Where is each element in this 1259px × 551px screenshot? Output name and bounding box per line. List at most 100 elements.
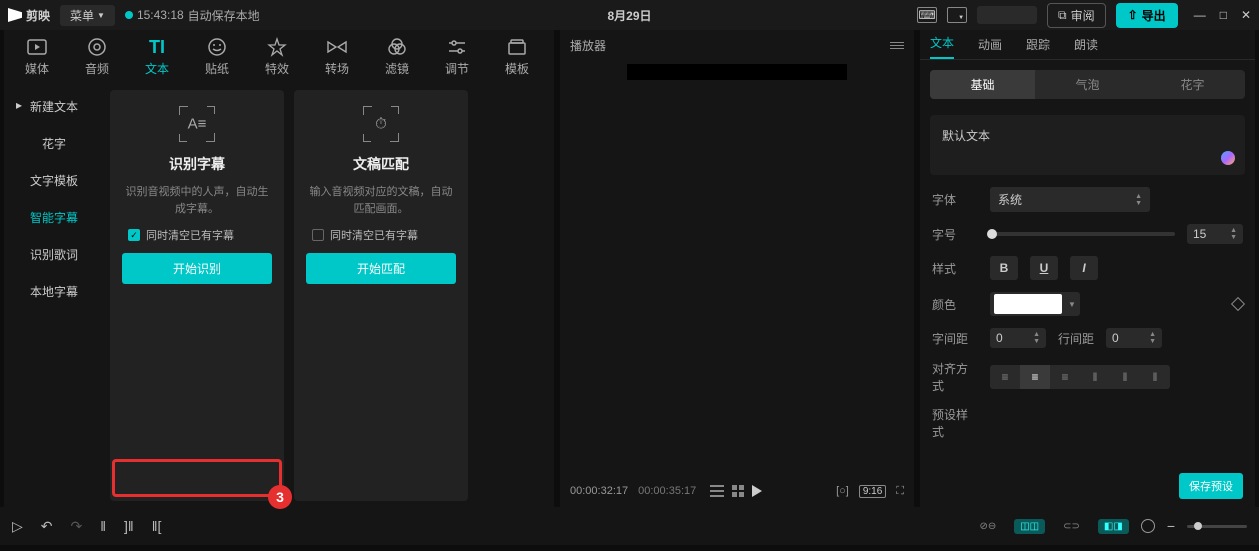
grid-icon[interactable] [732, 485, 744, 497]
tab-tracking[interactable]: 跟踪 [1026, 36, 1050, 59]
bold-button[interactable]: B [990, 256, 1018, 280]
preset-label: 预设样式 [932, 406, 978, 440]
align-center-button[interactable]: ≡ [1020, 365, 1050, 389]
font-select[interactable]: 系统 ▲▼ [990, 187, 1150, 212]
nav-new-text[interactable]: 新建文本 [10, 90, 98, 123]
left-body: 新建文本 花字 文字模板 智能字幕 识别歌词 本地字幕 A≡ 识别字幕 识别音视… [4, 84, 554, 507]
properties-tabs: 文本 动画 跟踪 朗读 [920, 30, 1255, 60]
save-status: 15:43:18 自动保存本地 [125, 7, 260, 24]
tab-read[interactable]: 朗读 [1074, 36, 1098, 59]
snap-icon[interactable]: ◫◫ [1014, 519, 1045, 534]
align-left-button[interactable]: ≡ [990, 365, 1020, 389]
zoom-slider[interactable] [1187, 525, 1247, 528]
app-name: 剪映 [26, 7, 50, 24]
trim-right-icon[interactable]: ‖[ [152, 518, 162, 534]
tab-text-prop[interactable]: 文本 [930, 34, 954, 59]
char-spacing-input[interactable]: 0 ▲▼ [990, 328, 1046, 348]
minimize-button[interactable]: — [1194, 8, 1206, 22]
align-right-button[interactable]: ≡ [1050, 365, 1080, 389]
aspect-ratio[interactable]: 9:16 [859, 485, 886, 498]
tab-filter[interactable]: 滤镜 [370, 37, 424, 77]
list-icon[interactable] [710, 485, 724, 497]
export-icon: ⇧ [1128, 8, 1138, 22]
color-select[interactable]: ▼ [990, 292, 1080, 316]
step-badge: 3 [268, 485, 292, 509]
sub-tab-basic[interactable]: 基础 [930, 70, 1035, 99]
keyboard-icon[interactable]: ⌨ [917, 7, 937, 23]
save-preset-button[interactable]: 保存预设 [1179, 473, 1243, 499]
crop-icon[interactable]: [○] [836, 485, 849, 497]
review-icon: ⧉ [1058, 8, 1067, 23]
redo-icon[interactable]: ↷ [71, 518, 83, 535]
recognize-subtitle-icon: A≡ [177, 104, 217, 144]
empty-slot [977, 6, 1037, 24]
trim-left-icon[interactable]: ]‖ [124, 518, 134, 534]
tab-effect[interactable]: 特效 [250, 37, 304, 77]
video-frame [627, 64, 847, 80]
clear-subtitle-checkbox-2[interactable]: 同时清空已有字幕 [312, 227, 418, 243]
template-icon [506, 37, 528, 57]
total-time: 00:00:35:17 [638, 485, 696, 497]
font-row: 字体 系统 ▲▼ [920, 181, 1255, 218]
size-input[interactable]: 15 ▲▼ [1187, 224, 1243, 244]
underline-button[interactable]: U [1030, 256, 1058, 280]
start-recognize-button[interactable]: 开始识别 [122, 253, 272, 284]
font-label: 字体 [932, 191, 978, 208]
color-picker-icon[interactable] [1221, 151, 1235, 165]
sub-tab-fancy[interactable]: 花字 [1140, 70, 1245, 99]
tab-transition[interactable]: 转场 [310, 37, 364, 77]
tab-sticker[interactable]: 贴纸 [190, 37, 244, 77]
tab-animation[interactable]: 动画 [978, 36, 1002, 59]
menu-button[interactable]: 菜单 ▼ [60, 5, 115, 26]
tab-media[interactable]: 媒体 [10, 37, 64, 77]
sub-tab-bubble[interactable]: 气泡 [1035, 70, 1140, 99]
subtitle-cards: A≡ 识别字幕 识别音视频中的人声，自动生成字幕。 同时清空已有字幕 开始识别 … [104, 84, 554, 507]
tab-template[interactable]: 模板 [490, 37, 544, 77]
keyframe-icon[interactable] [1231, 297, 1245, 311]
italic-button[interactable]: I [1070, 256, 1098, 280]
nav-recognize-lyrics[interactable]: 识别歌词 [10, 238, 98, 271]
effect-icon [266, 37, 288, 57]
clear-subtitle-checkbox[interactable]: 同时清空已有字幕 [128, 227, 234, 243]
play-button[interactable] [752, 485, 762, 497]
preview-icon[interactable]: ◧◨ [1098, 519, 1129, 534]
line-spacing-input[interactable]: 0 ▲▼ [1106, 328, 1162, 348]
split-icon[interactable]: ‖ [100, 518, 106, 534]
align-v1-button[interactable]: ‖ [1080, 365, 1110, 389]
sticker-icon [206, 37, 228, 57]
tool-tabs: 媒体 音频 TI 文本 贴纸 特效 转场 [4, 30, 554, 84]
color-row: 颜色 ▼ [920, 286, 1255, 322]
nav-fancy-text[interactable]: 花字 [10, 127, 98, 160]
export-button[interactable]: ⇧ 导出 [1116, 3, 1178, 28]
align-v2-button[interactable]: ‖ [1110, 365, 1140, 389]
link-icon[interactable]: ⊂⊃ [1057, 519, 1086, 534]
fullscreen-icon[interactable]: ⛶ [896, 485, 904, 498]
tab-audio[interactable]: 音频 [70, 37, 124, 77]
nav-local-subtitle[interactable]: 本地字幕 [10, 275, 98, 308]
link-off-icon[interactable]: ⊘⊖ [973, 519, 1002, 534]
tab-text[interactable]: TI 文本 [130, 37, 184, 77]
pointer-tool-icon[interactable]: ▷ [12, 518, 23, 535]
filter-icon [386, 37, 408, 57]
card-title: 文稿匹配 [353, 154, 409, 174]
review-button[interactable]: ⧉ 审阅 [1047, 3, 1106, 28]
zoom-out-icon[interactable]: − [1167, 518, 1175, 534]
nav-text-template[interactable]: 文字模板 [10, 164, 98, 197]
record-icon[interactable] [1141, 519, 1155, 533]
size-slider[interactable] [990, 232, 1175, 236]
stepper-icon: ▲▼ [1230, 227, 1237, 241]
align-v3-button[interactable]: ‖ [1140, 365, 1170, 389]
player-canvas[interactable] [560, 60, 914, 475]
player-menu-icon[interactable] [890, 42, 904, 49]
main-area: 媒体 音频 TI 文本 贴纸 特效 转场 [0, 30, 1259, 507]
maximize-button[interactable]: □ [1220, 8, 1227, 22]
nav-smart-subtitle[interactable]: 智能字幕 [10, 201, 98, 234]
start-match-button[interactable]: 开始匹配 [306, 253, 456, 284]
align-label: 对齐方式 [932, 360, 978, 394]
text-content-input[interactable]: 默认文本 [930, 115, 1245, 175]
layout-icon[interactable]: ▼ [947, 7, 967, 23]
tab-adjust[interactable]: 调节 [430, 37, 484, 77]
undo-icon[interactable]: ↶ [41, 518, 53, 535]
char-spacing-label: 字间距 [932, 330, 978, 347]
close-button[interactable]: ✕ [1241, 8, 1251, 22]
